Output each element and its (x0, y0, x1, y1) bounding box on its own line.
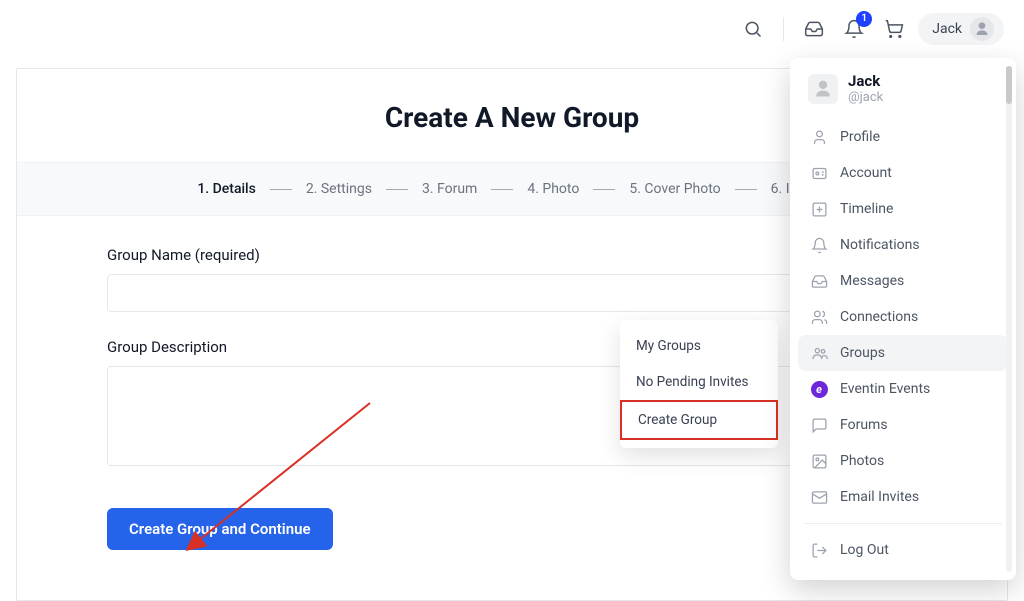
menu-item-groups[interactable]: Groups (798, 335, 1008, 371)
groups-submenu: My GroupsNo Pending InvitesCreate Group (620, 320, 778, 448)
menu-item-label: Notifications (840, 237, 920, 253)
menu-item-label: Eventin Events (840, 381, 930, 397)
cart-icon[interactable] (878, 13, 910, 45)
menu-item-account[interactable]: Account (798, 155, 1008, 191)
menu-item-label: Connections (840, 309, 918, 325)
menu-item-label: Forums (840, 417, 888, 433)
group-icon (810, 344, 828, 362)
image-icon (810, 452, 828, 470)
menu-item-label: Messages (840, 273, 904, 289)
bell-icon (810, 236, 828, 254)
menu-item-email-invites[interactable]: Email Invites (798, 479, 1008, 515)
menu-item-label: Email Invites (840, 489, 919, 505)
menu-item-label: Profile (840, 129, 880, 145)
menu-item-photos[interactable]: Photos (798, 443, 1008, 479)
step-1[interactable]: 1. Details (197, 181, 256, 197)
step-2[interactable]: 2. Settings (306, 181, 372, 197)
step-separator (386, 189, 408, 190)
logout-icon (810, 541, 828, 559)
menu-item-timeline[interactable]: Timeline (798, 191, 1008, 227)
chat-icon (810, 416, 828, 434)
user-name-label: Jack (932, 21, 962, 37)
menu-separator (804, 523, 1002, 524)
search-icon[interactable] (737, 13, 769, 45)
menu-item-label: Log Out (840, 542, 889, 558)
menu-item-label: Account (840, 165, 892, 181)
menu-item-messages[interactable]: Messages (798, 263, 1008, 299)
inbox-icon (810, 272, 828, 290)
step-separator (735, 189, 757, 190)
plus-box-icon (810, 200, 828, 218)
submenu-item[interactable]: My Groups (620, 328, 778, 364)
step-separator (270, 189, 292, 190)
submenu-item[interactable]: Create Group (620, 400, 778, 440)
user-icon (810, 128, 828, 146)
panel-user-handle: @jack (848, 90, 883, 105)
step-separator (593, 189, 615, 190)
menu-item-forums[interactable]: Forums (798, 407, 1008, 443)
user-dropdown-panel: Jack @jack Profile Account Timeline Notific… (790, 58, 1016, 580)
submenu-item[interactable]: No Pending Invites (620, 364, 778, 400)
menu-item-eventin-events[interactable]: e Eventin Events (798, 371, 1008, 407)
panel-scrollbar[interactable] (1004, 66, 1014, 572)
menu-item-profile[interactable]: Profile (798, 119, 1008, 155)
mail-icon (810, 488, 828, 506)
avatar (970, 17, 994, 41)
id-icon (810, 164, 828, 182)
avatar (808, 74, 838, 104)
topbar-divider (783, 17, 784, 41)
step-separator (491, 189, 513, 190)
panel-user-name: Jack (848, 72, 883, 90)
step-4[interactable]: 4. Photo (527, 181, 579, 197)
user-menu-trigger[interactable]: Jack (918, 13, 1004, 45)
step-3[interactable]: 3. Forum (422, 181, 477, 197)
create-group-continue-button[interactable]: Create Group and Continue (107, 508, 333, 550)
step-5[interactable]: 5. Cover Photo (629, 181, 720, 197)
menu-item-notifications[interactable]: Notifications (798, 227, 1008, 263)
inbox-icon[interactable] (798, 13, 830, 45)
eventin-icon: e (810, 380, 828, 398)
menu-item-label: Photos (840, 453, 884, 469)
notifications-icon[interactable]: 1 (838, 13, 870, 45)
menu-item-connections[interactable]: Connections (798, 299, 1008, 335)
notifications-badge: 1 (856, 11, 872, 27)
menu-item-logout[interactable]: Log Out (798, 532, 1008, 568)
menu-item-label: Groups (840, 345, 885, 361)
users-icon (810, 308, 828, 326)
menu-item-label: Timeline (840, 201, 893, 217)
